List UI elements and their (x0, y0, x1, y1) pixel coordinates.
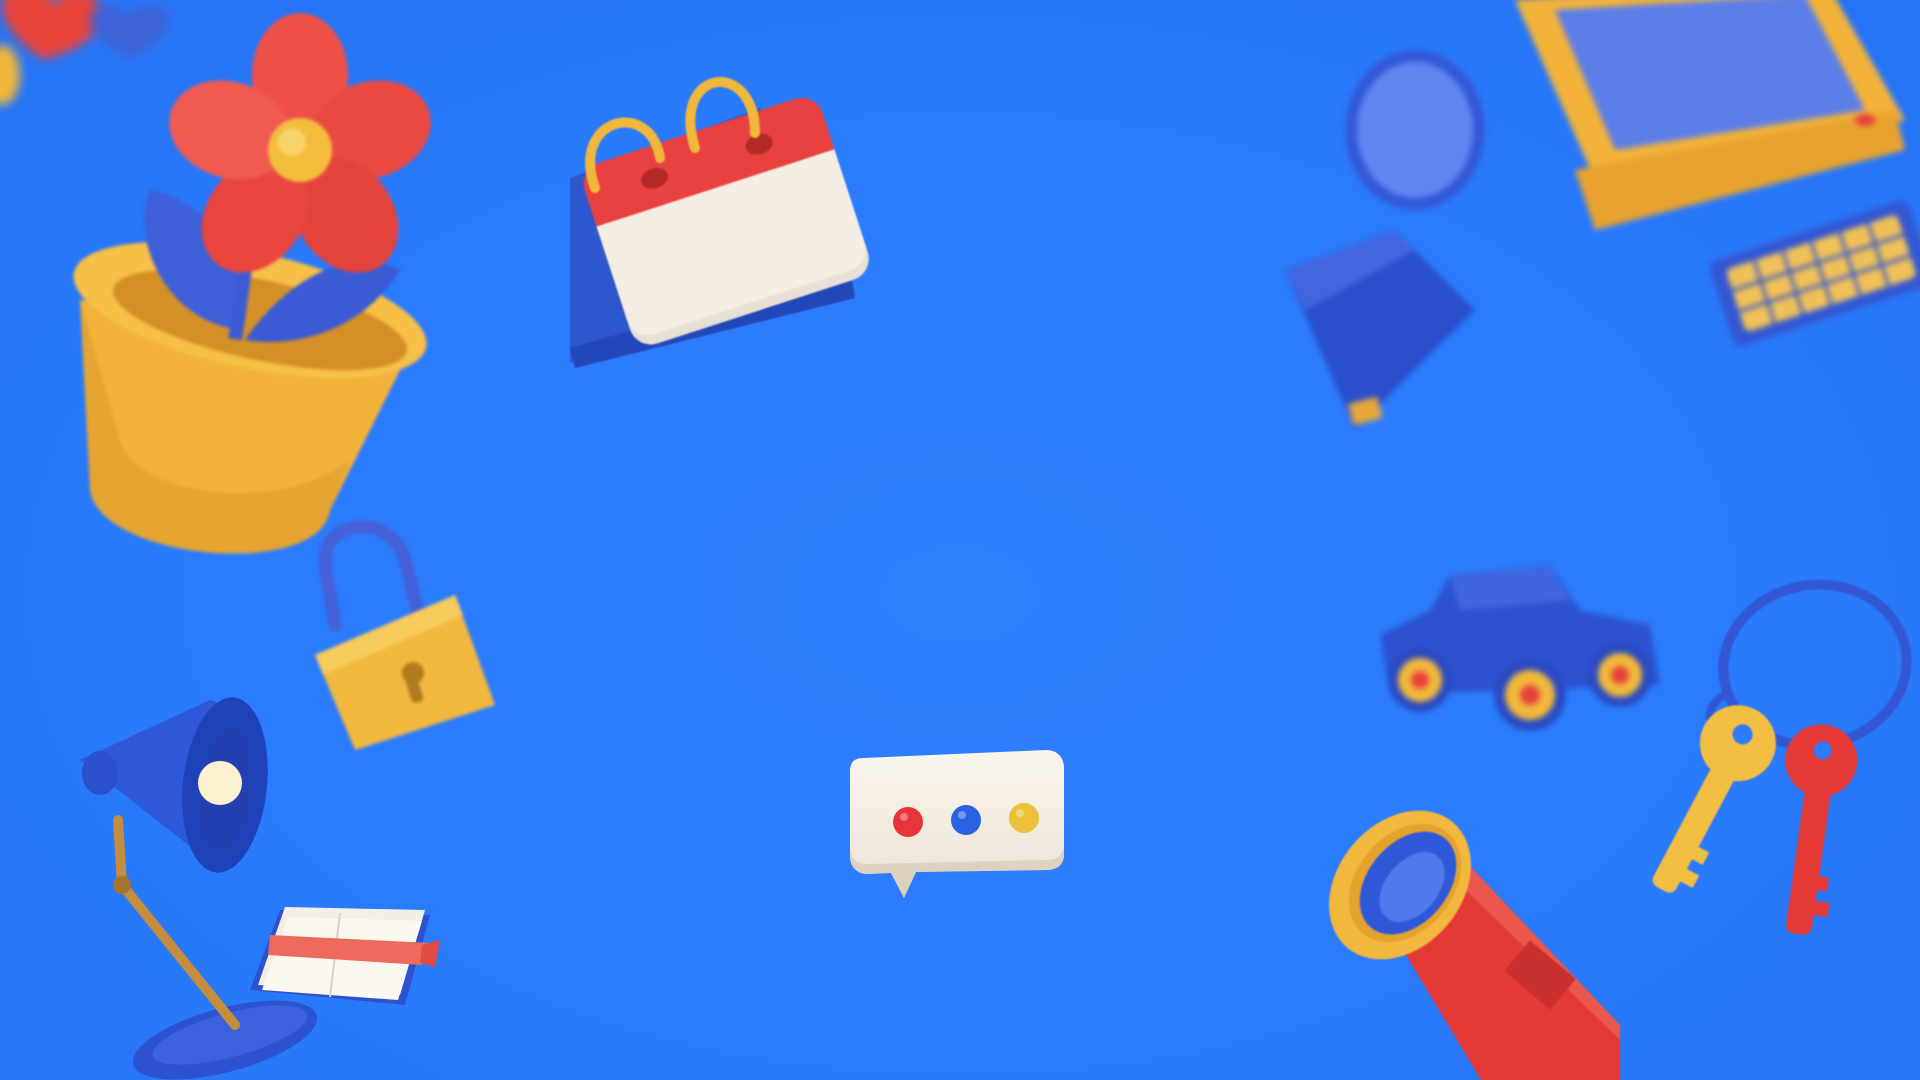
padlock-icon (305, 515, 505, 755)
keys-icon (1635, 579, 1920, 965)
background-canvas (0, 0, 1920, 1080)
flower-pot-icon (70, 13, 431, 580)
desk-lamp-icon (70, 695, 330, 1080)
calendar-icon (550, 48, 870, 378)
chat-bubble-icon (846, 746, 1066, 906)
telescope-icon (1300, 810, 1620, 1080)
retro-computer-icon (1495, 0, 1920, 380)
toy-car-icon (1370, 555, 1670, 755)
open-book-icon (240, 895, 440, 1015)
magnifier-icon (1255, 50, 1495, 450)
